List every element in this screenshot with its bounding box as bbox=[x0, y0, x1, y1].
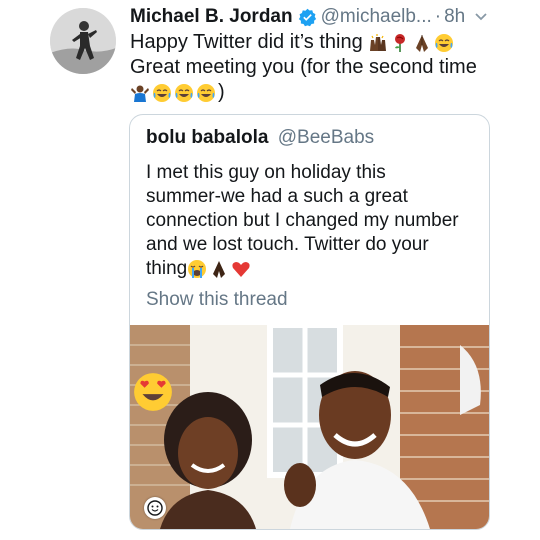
tweet-line-2: Great meeting you (for the second time bbox=[130, 55, 530, 80]
quoted-line: connection but I changed my number bbox=[146, 210, 459, 231]
quoted-line: I met this guy on holiday this bbox=[146, 162, 386, 183]
quoted-tweet[interactable]: bolu babalola @BeeBabs I met this guy on… bbox=[129, 114, 490, 530]
heart-eyes-emoji bbox=[134, 373, 172, 411]
quoted-author-name[interactable]: bolu babalola bbox=[146, 127, 268, 148]
quoted-last-line: thing bbox=[146, 257, 481, 281]
quoted-media-photo[interactable] bbox=[130, 325, 489, 529]
quoted-text: I met this guy on holiday this summer-we… bbox=[146, 161, 481, 281]
rose-emoji bbox=[394, 33, 405, 52]
tweet-line-1: Happy Twitter did it’s thing bbox=[130, 30, 530, 55]
verified-badge-icon bbox=[298, 8, 316, 26]
avatar[interactable] bbox=[50, 8, 116, 74]
red-heart-emoji bbox=[232, 262, 250, 277]
tears-of-joy-emoji bbox=[153, 83, 171, 102]
tweet-line-3: ) bbox=[130, 80, 530, 105]
media-tag-button[interactable] bbox=[144, 497, 166, 519]
tears-of-joy-emoji bbox=[175, 83, 193, 102]
tears-of-joy-emoji bbox=[434, 33, 453, 52]
loudly-crying-emoji bbox=[188, 260, 207, 278]
show-thread-link[interactable]: Show this thread bbox=[146, 289, 288, 311]
folded-hands-emoji bbox=[415, 34, 428, 52]
tweet-line-2-text: Great meeting you (for the second time bbox=[130, 56, 477, 78]
quoted-author-handle[interactable]: @BeeBabs bbox=[278, 127, 374, 148]
tweet-line-1-text: Happy Twitter did it’s thing bbox=[130, 31, 363, 53]
folded-hands-emoji bbox=[213, 261, 226, 278]
tweet-header: Michael B. Jordan @michaelb... · 8h bbox=[130, 4, 530, 30]
tweet: Michael B. Jordan @michaelb... · 8h Happ… bbox=[0, 0, 540, 540]
tears-of-joy-emoji bbox=[197, 83, 215, 102]
quoted-line: and we lost touch. Twitter do your bbox=[146, 234, 429, 255]
smiley-icon bbox=[147, 500, 163, 516]
tweet-line-3-text: ) bbox=[218, 81, 225, 103]
avatar-photo bbox=[50, 8, 116, 74]
quoted-header: bolu babalola @BeeBabs bbox=[146, 127, 374, 149]
chevron-down-icon[interactable] bbox=[473, 9, 489, 25]
author-handle[interactable]: @michaelb... bbox=[321, 6, 432, 28]
quoted-line: summer-we had a such a great bbox=[146, 186, 408, 207]
separator-dot: · bbox=[434, 6, 442, 27]
man-shrugging-emoji bbox=[131, 85, 149, 102]
tweet-text: Happy Twitter did it’s thing Great meeti… bbox=[130, 30, 530, 105]
photo-illustration bbox=[130, 325, 489, 529]
raising-hands-emoji bbox=[369, 33, 386, 51]
author-name[interactable]: Michael B. Jordan bbox=[130, 6, 293, 28]
timestamp[interactable]: 8h bbox=[444, 6, 465, 28]
quoted-line: thing bbox=[146, 258, 188, 279]
